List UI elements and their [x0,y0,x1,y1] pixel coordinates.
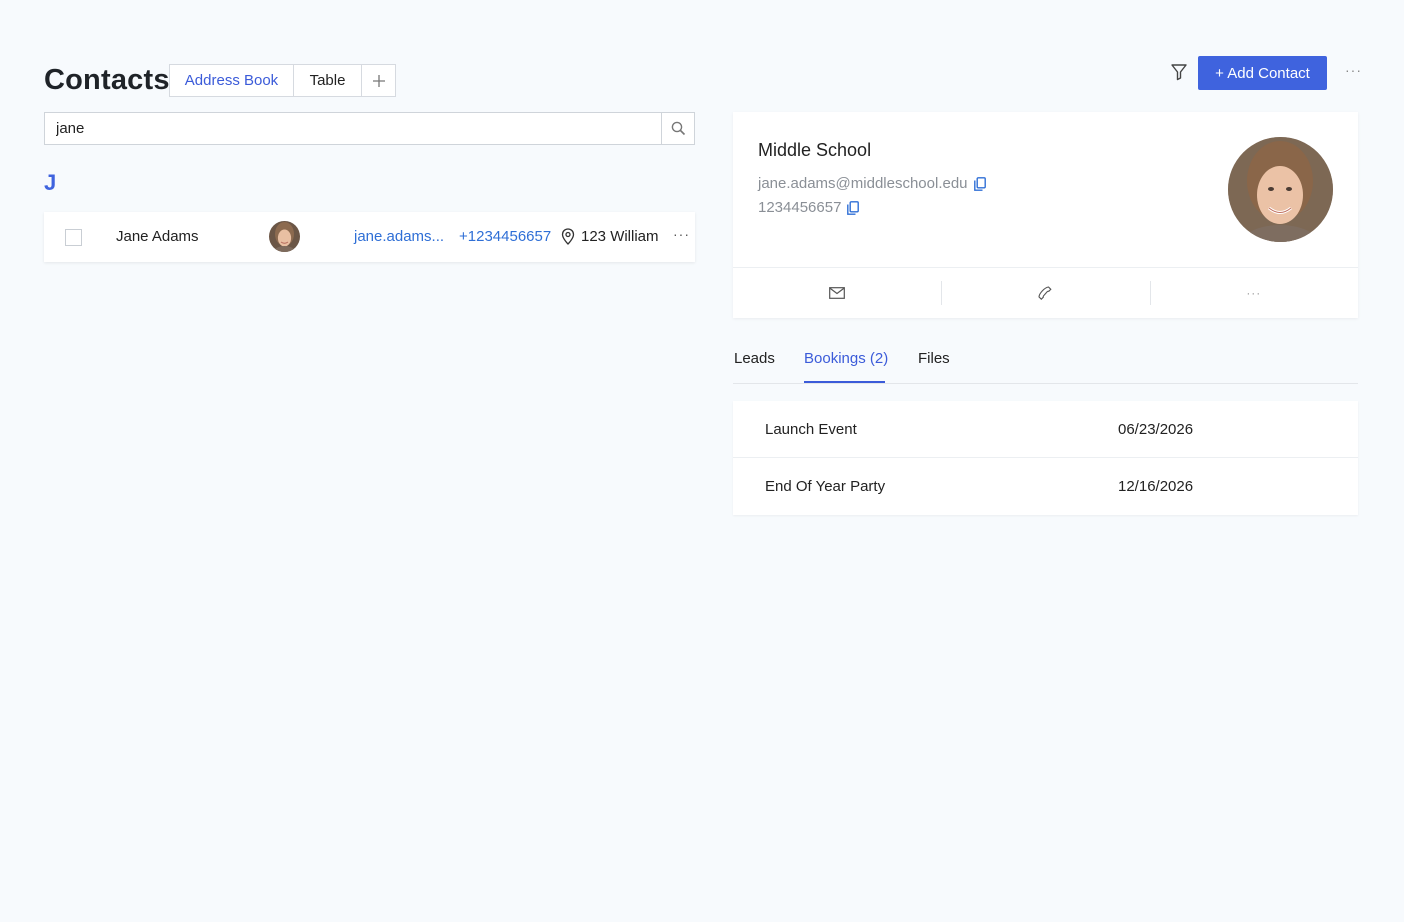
tab-files[interactable]: Files [918,350,950,367]
location-pin-icon [561,228,575,245]
bookings-list: Launch Event 06/23/2026 End Of Year Part… [733,401,1358,515]
copy-icon[interactable] [847,200,860,215]
contact-row[interactable]: Jane Adams jane.adams... +1234456657 123… [44,212,695,262]
detail-email: jane.adams@middleschool.edu [758,175,986,192]
add-view-button[interactable] [362,65,395,96]
filter-icon [1171,64,1187,81]
booking-row[interactable]: End Of Year Party 12/16/2026 [733,458,1358,515]
tab-bookings[interactable]: Bookings (2) [804,350,888,367]
contact-address: 123 William [581,228,659,245]
tab-table[interactable]: Table [294,65,362,96]
search-input[interactable] [45,113,661,144]
plus-icon [372,74,385,87]
detail-avatar [1228,137,1333,242]
mail-icon [829,287,846,299]
view-tabs: Address Book Table [169,64,396,97]
row-checkbox[interactable] [65,229,82,246]
phone-icon [1038,286,1053,300]
detail-organization: Middle School [758,140,872,160]
contact-name: Jane Adams [116,228,199,245]
call-action-button[interactable] [941,268,1149,318]
avatar [269,221,300,252]
copy-icon[interactable] [973,176,986,191]
booking-name: End Of Year Party [765,478,886,495]
contact-email-link[interactable]: jane.adams... [354,228,444,245]
contacts-page: Contacts Address Book Table + Add Contac… [0,0,1404,922]
row-more-button[interactable]: ··· [673,226,690,242]
contact-phone-link[interactable]: +1234456657 [459,228,551,245]
tab-address-book[interactable]: Address Book [170,65,294,96]
detail-email-text: jane.adams@middleschool.edu [758,175,968,192]
booking-row[interactable]: Launch Event 06/23/2026 [733,401,1358,458]
group-letter: J [44,170,57,195]
email-action-button[interactable] [733,268,941,318]
detail-phone: 1234456657 [758,199,860,216]
booking-date: 12/16/2026 [1118,478,1194,495]
contact-action-bar: ··· [733,267,1358,318]
contact-detail-card: Middle School jane.adams@middleschool.ed… [733,112,1358,318]
booking-date: 06/23/2026 [1118,421,1194,438]
booking-name: Launch Event [765,421,857,438]
more-actions-button[interactable]: ··· [1149,268,1358,318]
add-contact-button[interactable]: + Add Contact [1198,56,1327,90]
tab-leads[interactable]: Leads [734,350,775,367]
search-button[interactable] [661,113,694,144]
page-title: Contacts [44,64,170,96]
more-options-button[interactable]: ··· [1345,62,1362,78]
detail-phone-text: 1234456657 [758,199,842,216]
filter-button[interactable] [1170,63,1188,81]
detail-tabs: Leads Bookings (2) Files [733,340,1358,384]
search-icon [671,121,685,136]
active-tab-indicator [804,381,885,383]
search-box [44,112,695,145]
